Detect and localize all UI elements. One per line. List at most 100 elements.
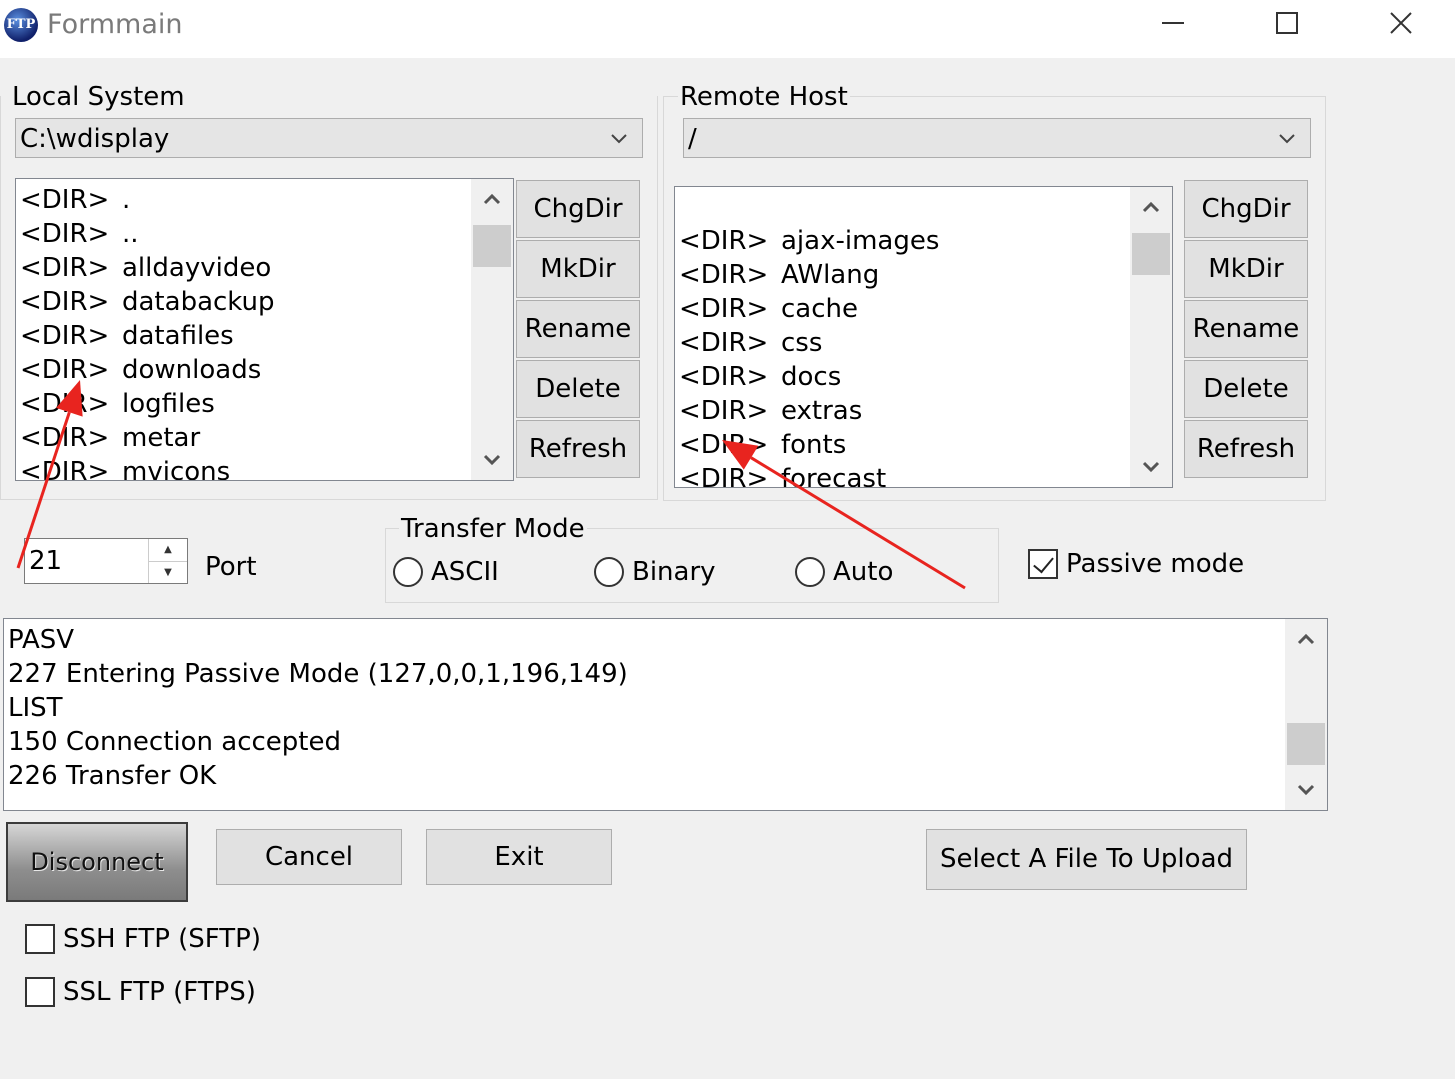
ftp-globe-icon: FTP (4, 8, 38, 42)
stepper-arrows[interactable]: ▲ ▼ (148, 539, 187, 583)
local-chgdir-button[interactable]: ChgDir (516, 180, 640, 238)
log-line: LIST (8, 693, 63, 723)
exit-button[interactable]: Exit (426, 829, 612, 885)
remote-file-list[interactable]: <DIR> ajax-images <DIR> AWlang <DIR> cache <DI… (674, 186, 1173, 488)
remote-rename-button[interactable]: Rename (1184, 300, 1308, 358)
radio-label: ASCII (431, 557, 499, 587)
dir-tag: <DIR> (20, 253, 110, 283)
local-system-label: Local System (10, 82, 187, 112)
scroll-thumb[interactable] (1132, 233, 1170, 275)
list-item[interactable]: <DIR> fonts (679, 428, 1128, 462)
stepper-up-icon[interactable]: ▲ (149, 539, 187, 561)
port-stepper[interactable]: 21 ▲ ▼ (24, 538, 188, 584)
list-item[interactable]: <DIR> logfiles (20, 387, 469, 421)
local-mkdir-button[interactable]: MkDir (516, 240, 640, 298)
list-item[interactable]: <DIR>.. (20, 217, 469, 251)
entry-name: datafiles (122, 321, 234, 351)
list-item[interactable]: <DIR> mvicons (20, 455, 469, 481)
scroll-up-icon[interactable] (1130, 187, 1172, 227)
remote-scrollbar[interactable] (1130, 187, 1172, 487)
local-path-dropdown[interactable]: C:\wdisplay (15, 118, 643, 158)
maximize-button[interactable] (1232, 0, 1342, 46)
entry-name: docs (781, 362, 842, 392)
list-item[interactable]: <DIR> css (679, 326, 1128, 360)
dir-tag: <DIR> (20, 389, 110, 419)
minimize-icon (1162, 22, 1184, 24)
upload-file-button[interactable]: Select A File To Upload (926, 829, 1247, 890)
scroll-up-icon[interactable] (471, 179, 513, 219)
radio-binary[interactable]: Binary (594, 557, 716, 587)
dir-tag: <DIR> (679, 362, 769, 392)
entry-name: mvicons (122, 457, 231, 481)
minimize-button[interactable] (1118, 0, 1228, 46)
list-item[interactable]: <DIR> cache (679, 292, 1128, 326)
list-item[interactable]: <DIR> metar (20, 421, 469, 455)
radio-circle-icon (795, 557, 825, 587)
chevron-down-icon (1279, 134, 1295, 144)
entry-name: . (122, 185, 131, 215)
log-scrollbar[interactable] (1285, 619, 1327, 810)
window-title: Formmain (47, 9, 183, 40)
list-item[interactable]: <DIR> downloads (20, 353, 469, 387)
log-line: PASV (8, 625, 75, 655)
dir-tag: <DIR> (20, 423, 110, 453)
entry-name: AWlang (781, 260, 880, 290)
cancel-button[interactable]: Cancel (216, 829, 402, 885)
dir-tag: <DIR> (20, 457, 110, 481)
local-file-list[interactable]: <DIR>. <DIR>.. <DIR> alldayvideo <DIR> databa… (15, 178, 514, 481)
remote-refresh-button[interactable]: Refresh (1184, 420, 1308, 478)
local-refresh-button[interactable]: Refresh (516, 420, 640, 478)
scroll-down-icon[interactable] (471, 440, 513, 480)
dir-tag: <DIR> (679, 260, 769, 290)
remote-file-rows: <DIR> ajax-images <DIR> AWlang <DIR> cache <DI… (679, 224, 1128, 487)
scroll-up-icon[interactable] (1285, 619, 1327, 659)
passive-mode-label: Passive mode (1066, 549, 1245, 579)
local-rename-button[interactable]: Rename (516, 300, 640, 358)
passive-mode-checkbox[interactable]: Passive mode (1028, 549, 1244, 579)
disconnect-button[interactable]: Disconnect (6, 822, 188, 902)
sftp-checkbox[interactable]: SSH FTP (SFTP) (25, 924, 261, 954)
maximize-icon (1276, 12, 1298, 34)
list-item[interactable]: <DIR> extras (679, 394, 1128, 428)
remote-chgdir-button[interactable]: ChgDir (1184, 180, 1308, 238)
remote-host-label: Remote Host (678, 82, 850, 112)
list-item[interactable]: <DIR> databackup (20, 285, 469, 319)
scroll-down-icon[interactable] (1130, 447, 1172, 487)
list-item[interactable]: <DIR> datafiles (20, 319, 469, 353)
log-line: 150 Connection accepted (8, 727, 341, 757)
title-bar: FTP Formmain (0, 0, 1455, 58)
list-item[interactable]: <DIR> ajax-images (679, 224, 1128, 258)
log-line: 227 Entering Passive Mode (127,0,0,1,196… (8, 659, 628, 689)
local-scrollbar[interactable] (471, 179, 513, 480)
scroll-thumb[interactable] (473, 225, 511, 267)
checkbox-checked-icon (1028, 549, 1058, 579)
ftps-checkbox[interactable]: SSL FTP (FTPS) (25, 977, 256, 1007)
list-item[interactable]: <DIR> AWlang (679, 258, 1128, 292)
entry-name: metar (122, 423, 201, 453)
local-delete-button[interactable]: Delete (516, 360, 640, 418)
remote-path-dropdown[interactable]: / (683, 118, 1311, 158)
server-log[interactable]: PASV 227 Entering Passive Mode (127,0,0,1… (3, 618, 1328, 811)
entry-name: extras (781, 396, 863, 426)
radio-ascii[interactable]: ASCII (393, 557, 499, 587)
remote-delete-button[interactable]: Delete (1184, 360, 1308, 418)
radio-label: Binary (632, 557, 716, 587)
stepper-down-icon[interactable]: ▼ (149, 561, 187, 584)
list-item[interactable]: <DIR> alldayvideo (20, 251, 469, 285)
remote-mkdir-button[interactable]: MkDir (1184, 240, 1308, 298)
entry-name: alldayvideo (122, 253, 272, 283)
list-item[interactable]: <DIR>. (20, 183, 469, 217)
list-item[interactable]: <DIR> forecast (679, 462, 1128, 487)
local-path-value: C:\wdisplay (20, 124, 170, 154)
dir-tag: <DIR> (679, 294, 769, 324)
scroll-thumb[interactable] (1287, 723, 1325, 765)
transfer-mode-label: Transfer Mode (399, 514, 587, 544)
radio-label: Auto (833, 557, 894, 587)
scroll-down-icon[interactable] (1285, 770, 1327, 810)
list-item[interactable]: <DIR> docs (679, 360, 1128, 394)
close-button[interactable] (1346, 0, 1455, 46)
chevron-down-icon (611, 134, 627, 144)
port-value[interactable]: 21 (29, 539, 62, 583)
dir-tag: <DIR> (20, 321, 110, 351)
radio-auto[interactable]: Auto (795, 557, 893, 587)
